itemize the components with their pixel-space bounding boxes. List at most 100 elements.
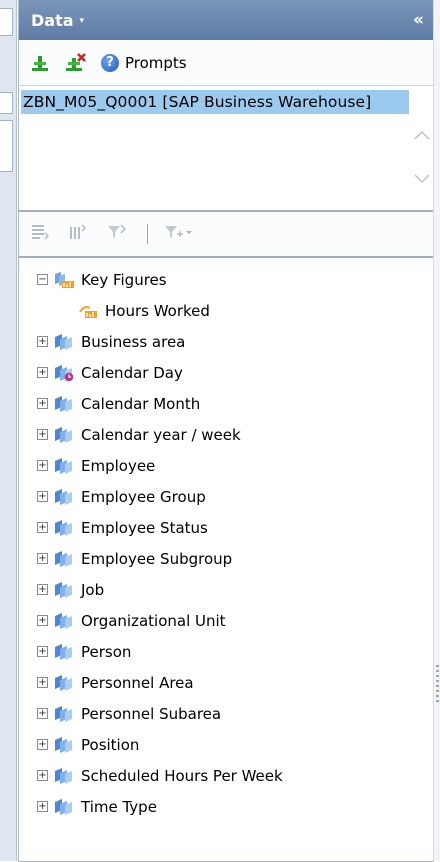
filter-dropdown-icon[interactable] — [164, 224, 192, 245]
tree-node-dimension[interactable]: + Employee Subgroup — [19, 543, 433, 574]
scroll-up-icon[interactable] — [414, 130, 430, 140]
tree-label: Position — [81, 735, 140, 754]
dimension-icon — [53, 798, 75, 816]
tree-label: Calendar year / week — [81, 425, 241, 444]
tree-label: Personnel Area — [81, 673, 194, 692]
dimension-icon — [53, 426, 75, 444]
tree-label: Calendar Day — [81, 363, 183, 382]
prompts-label: Prompts — [125, 53, 187, 72]
tree-node-dimension[interactable]: + Personnel Area — [19, 667, 433, 698]
expand-toggle-icon[interactable]: + — [37, 770, 48, 781]
dimension-icon — [53, 612, 75, 630]
tree-label: Time Type — [81, 797, 157, 816]
expand-toggle-icon[interactable]: + — [37, 491, 48, 502]
expand-toggle-icon[interactable]: + — [37, 553, 48, 564]
dimension-icon — [53, 395, 75, 413]
add-query-icon[interactable] — [29, 52, 51, 74]
scroll-down-icon[interactable] — [414, 174, 430, 184]
measure-icon — [77, 302, 99, 320]
remove-query-icon[interactable] — [65, 52, 87, 74]
tree-node-dimension[interactable]: + Calendar Day — [19, 357, 433, 388]
help-question-icon: ? — [101, 53, 119, 72]
expand-toggle-icon[interactable]: + — [37, 801, 48, 812]
query-name: ZBN_M05_Q0001 [SAP Business Warehouse] — [23, 93, 372, 111]
tree-label: Person — [81, 642, 132, 661]
side-tab[interactable] — [0, 120, 13, 172]
query-list-scrollbar[interactable] — [411, 86, 433, 210]
tree-label: Employee Subgroup — [81, 549, 233, 568]
expand-toggle-icon[interactable]: + — [37, 336, 48, 347]
tree-label: Scheduled Hours Per Week — [81, 766, 283, 785]
tree-node-dimension[interactable]: + Organizational Unit — [19, 605, 433, 636]
expand-toggle-icon[interactable]: + — [37, 615, 48, 626]
tree-label: Calendar Month — [81, 394, 201, 413]
dimension-icon — [53, 550, 75, 568]
tree-label: Organizational Unit — [81, 611, 226, 630]
tree-node-dimension[interactable]: + Position — [19, 729, 433, 760]
tree-label: Employee Group — [81, 487, 206, 506]
time-dimension-icon — [53, 364, 75, 382]
tree-node-key-figures[interactable]: − Key Figures — [19, 264, 433, 295]
panel-title[interactable]: Data — [31, 11, 74, 30]
side-tab[interactable] — [0, 92, 13, 114]
tree-label: Key Figures — [81, 270, 167, 289]
sort-icon[interactable] — [31, 224, 50, 245]
adjacent-panel-strip — [0, 0, 17, 861]
side-tab[interactable] — [0, 8, 13, 36]
tree-node-dimension[interactable]: + Person — [19, 636, 433, 667]
dimension-icon — [53, 333, 75, 351]
tree-node-dimension[interactable]: + Employee Group — [19, 481, 433, 512]
tree-node-dimension[interactable]: + Calendar year / week — [19, 419, 433, 450]
dimension-icon — [53, 519, 75, 537]
query-list-item[interactable]: ZBN_M05_Q0001 [SAP Business Warehouse] — [21, 90, 409, 114]
tree-label: Job — [81, 580, 105, 599]
expand-toggle-icon[interactable]: + — [37, 398, 48, 409]
tree-node-dimension[interactable]: + Business area — [19, 326, 433, 357]
tree-node-dimension[interactable]: + Scheduled Hours Per Week — [19, 760, 433, 791]
tree-node-dimension[interactable]: + Employee Status — [19, 512, 433, 543]
tree-node-dimension[interactable]: + Job — [19, 574, 433, 605]
columns-icon[interactable] — [69, 223, 87, 245]
tree-node-dimension[interactable]: + Time Type — [19, 791, 433, 822]
tree-node-dimension[interactable]: + Calendar Month — [19, 388, 433, 419]
tree-label: Hours Worked — [105, 301, 210, 320]
filter-icon[interactable] — [107, 223, 127, 245]
dimension-icon — [53, 674, 75, 692]
expand-toggle-icon[interactable]: + — [37, 460, 48, 471]
tree-label: Business area — [81, 332, 186, 351]
expand-toggle-icon[interactable]: + — [37, 739, 48, 750]
title-dropdown-caret-icon[interactable]: ▾ — [80, 16, 85, 26]
dimension-icon — [53, 643, 75, 661]
dimension-icon — [53, 736, 75, 754]
collapse-toggle-icon[interactable]: − — [37, 274, 48, 285]
toolbar-divider — [147, 224, 148, 244]
dimension-icon — [53, 705, 75, 723]
tree-label: Employee — [81, 456, 156, 475]
data-tree: − Key Figures Hours Worked + Business ar… — [19, 258, 433, 822]
key-figures-folder-icon — [53, 271, 75, 289]
dimension-icon — [53, 457, 75, 475]
expand-toggle-icon[interactable]: + — [37, 708, 48, 719]
dimension-icon — [53, 488, 75, 506]
dimension-icon — [53, 767, 75, 785]
tree-node-dimension[interactable]: + Personnel Subarea — [19, 698, 433, 729]
data-panel: Data ▾ « ? Prompts ZBN_M05_Q0001 [SAP Bu… — [18, 0, 434, 862]
object-toolbar — [19, 212, 433, 258]
expand-toggle-icon[interactable]: + — [37, 677, 48, 688]
expand-toggle-icon[interactable]: + — [37, 367, 48, 378]
query-toolbar: ? Prompts — [19, 40, 433, 86]
tree-label: Employee Status — [81, 518, 208, 537]
tree-node-dimension[interactable]: + Employee — [19, 450, 433, 481]
collapse-panel-icon[interactable]: « — [413, 10, 424, 30]
splitter-grip-icon[interactable] — [436, 665, 439, 705]
tree-node-hours-worked[interactable]: Hours Worked — [19, 295, 433, 326]
right-splitter[interactable] — [433, 0, 440, 861]
query-list: ZBN_M05_Q0001 [SAP Business Warehouse] — [19, 86, 433, 212]
expand-toggle-icon[interactable]: + — [37, 584, 48, 595]
expand-toggle-icon[interactable]: + — [37, 646, 48, 657]
panel-header: Data ▾ « — [19, 0, 433, 40]
expand-toggle-icon[interactable]: + — [37, 522, 48, 533]
tree-label: Personnel Subarea — [81, 704, 222, 723]
expand-toggle-icon[interactable]: + — [37, 429, 48, 440]
prompts-button[interactable]: ? Prompts — [101, 53, 187, 72]
